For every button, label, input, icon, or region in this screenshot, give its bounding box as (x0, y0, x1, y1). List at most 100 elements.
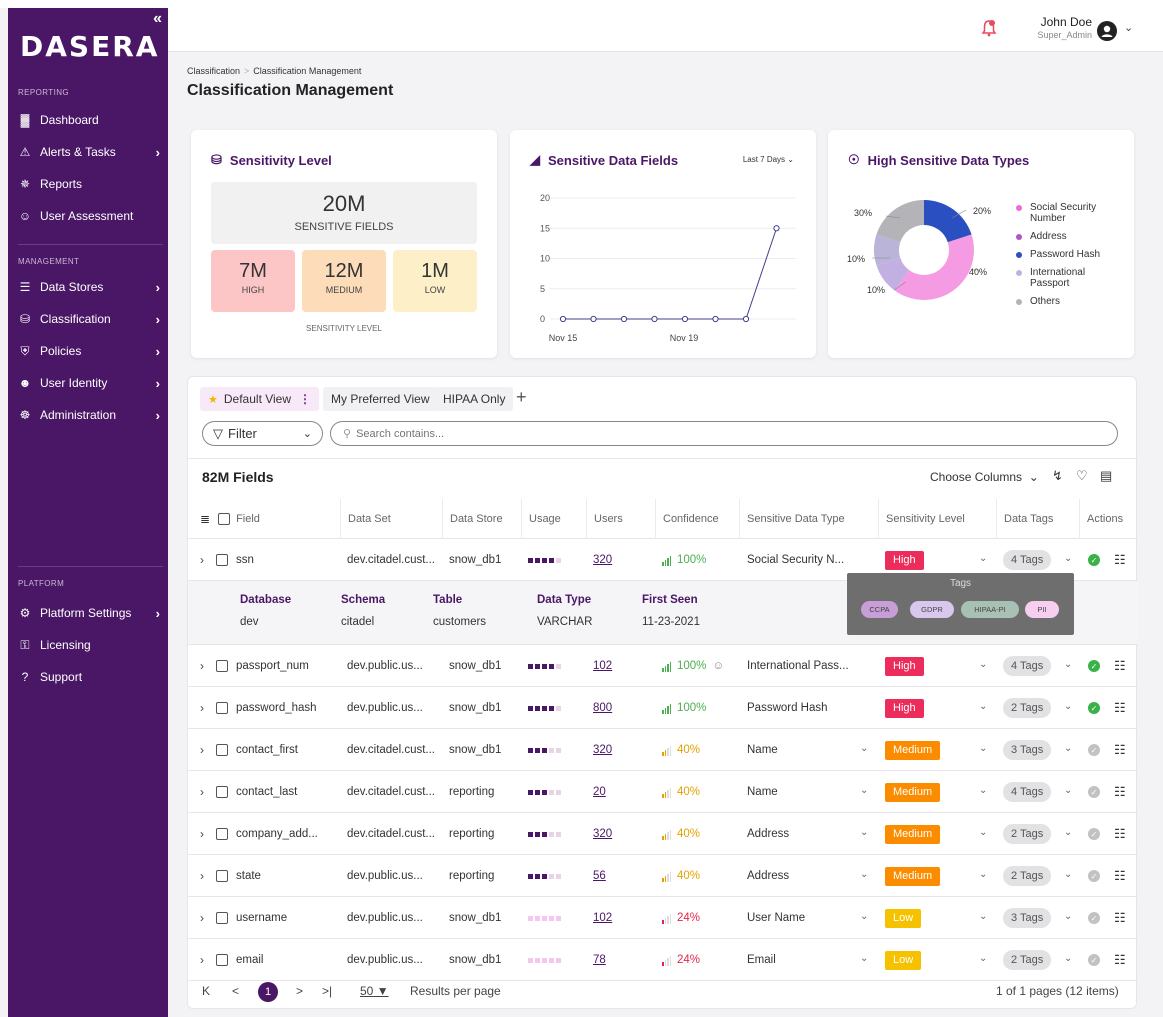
tags-chip[interactable]: 2 Tags (1003, 698, 1052, 718)
users-cell[interactable]: 800 (593, 687, 653, 729)
type-chevron-down-icon[interactable]: ⌄ (860, 785, 868, 796)
unverified-check-icon[interactable]: ✓ (1088, 870, 1100, 882)
sidebar-item-platform-settings[interactable]: ⚙ Platform Settings › (18, 602, 160, 624)
search-box[interactable]: ⚲ (330, 421, 1118, 446)
type-chevron-down-icon[interactable]: ⌄ (860, 827, 868, 838)
per-page-select[interactable]: 50 ▼ (360, 984, 389, 998)
tags-chevron-down-icon[interactable]: ⌄ (1064, 553, 1072, 564)
inspect-details-icon[interactable]: ☷ (1114, 868, 1126, 884)
users-link[interactable]: 78 (593, 954, 606, 966)
bookmark-add-icon[interactable]: ↯ (1052, 468, 1063, 484)
sidebar-item-classification[interactable]: ⛁ Classification › (18, 308, 160, 330)
avatar[interactable] (1097, 21, 1117, 41)
expand-row-icon[interactable]: › (200, 911, 204, 925)
inspect-details-icon[interactable]: ☷ (1114, 742, 1126, 758)
column-header-sensitivity-level[interactable]: Sensitivity Level (878, 499, 996, 539)
choose-columns-dropdown[interactable]: Choose Columns ⌄ (930, 470, 1039, 484)
sidebar-item-user-assessment[interactable]: ☺ User Assessment (18, 205, 160, 227)
row-checkbox[interactable] (216, 870, 228, 882)
tab-hipaa-only[interactable]: HIPAA Only (435, 387, 514, 411)
table-row[interactable]: › contact_first dev.citadel.cust... snow_db… (188, 729, 1138, 771)
tags-chip[interactable]: 2 Tags (1003, 950, 1052, 970)
sidebar-item-reports[interactable]: ✵ Reports (18, 173, 160, 195)
table-row[interactable]: › passport_num dev.public.us... snow_db1 102… (188, 645, 1138, 687)
tags-chip[interactable]: 4 Tags (1003, 782, 1052, 802)
users-link[interactable]: 320 (593, 828, 612, 840)
tag-add-icon[interactable]: ♡ (1076, 468, 1088, 484)
verified-check-icon[interactable]: ✓ (1088, 554, 1100, 566)
expand-row-icon[interactable]: › (200, 827, 204, 841)
level-chevron-down-icon[interactable]: ⌄ (979, 553, 987, 564)
sidebar-item-alerts-tasks[interactable]: ⚠ Alerts & Tasks › (18, 141, 160, 163)
expand-row-icon[interactable]: › (200, 659, 204, 673)
row-checkbox[interactable] (216, 554, 228, 566)
users-link[interactable]: 102 (593, 912, 612, 924)
inspect-details-icon[interactable]: ☷ (1114, 784, 1126, 800)
sidebar-item-support[interactable]: ? Support (18, 666, 160, 688)
breadcrumb-classification[interactable]: Classification (187, 66, 240, 76)
table-row[interactable]: › username dev.public.us... snow_db1 102 24% U… (188, 897, 1138, 939)
verified-check-icon[interactable]: ✓ (1088, 702, 1100, 714)
expand-row-icon[interactable]: › (200, 869, 204, 883)
select-all-checkbox[interactable] (218, 513, 231, 525)
current-page[interactable]: 1 (258, 982, 278, 1002)
type-chevron-down-icon[interactable]: ⌄ (860, 743, 868, 754)
users-link[interactable]: 102 (593, 660, 612, 672)
column-header-confidence[interactable]: Confidence (655, 499, 739, 539)
table-row[interactable]: › state dev.public.us... reporting 56 40% Addr… (188, 855, 1138, 897)
users-link[interactable]: 320 (593, 554, 612, 566)
more-icon[interactable]: ⋮ (299, 392, 311, 406)
tags-chip[interactable]: 3 Tags (1003, 740, 1052, 760)
unverified-check-icon[interactable]: ✓ (1088, 786, 1100, 798)
expand-row-icon[interactable]: › (200, 553, 204, 567)
users-link[interactable]: 56 (593, 870, 606, 882)
sidebar-item-dashboard[interactable]: ▓ Dashboard (18, 109, 160, 131)
level-chevron-down-icon[interactable]: ⌄ (979, 743, 987, 754)
tags-chevron-down-icon[interactable]: ⌄ (1064, 827, 1072, 838)
users-cell[interactable]: 56 (593, 855, 653, 897)
table-row[interactable]: › company_add... dev.citadel.cust... report… (188, 813, 1138, 855)
unverified-check-icon[interactable]: ✓ (1088, 912, 1100, 924)
type-chevron-down-icon[interactable]: ⌄ (860, 869, 868, 880)
tags-chip[interactable]: 4 Tags (1003, 656, 1052, 676)
row-checkbox[interactable] (216, 954, 228, 966)
next-page-button[interactable]: > (296, 984, 303, 998)
inspect-details-icon[interactable]: ☷ (1114, 658, 1126, 674)
inspect-details-icon[interactable]: ☷ (1114, 700, 1126, 716)
user-menu-chevron-icon[interactable]: ⌄ (1124, 21, 1133, 34)
tags-chevron-down-icon[interactable]: ⌄ (1064, 659, 1072, 670)
tags-chevron-down-icon[interactable]: ⌄ (1064, 869, 1072, 880)
tags-chip[interactable]: 3 Tags (1003, 908, 1052, 928)
unverified-check-icon[interactable]: ✓ (1088, 828, 1100, 840)
table-row[interactable]: › password_hash dev.public.us... snow_db1 80… (188, 687, 1138, 729)
level-chevron-down-icon[interactable]: ⌄ (979, 701, 987, 712)
sidebar-item-licensing[interactable]: ⚿ Licensing (18, 634, 160, 656)
row-checkbox[interactable] (216, 786, 228, 798)
first-page-button[interactable]: K (202, 984, 210, 998)
unverified-check-icon[interactable]: ✓ (1088, 744, 1100, 756)
tags-chevron-down-icon[interactable]: ⌄ (1064, 785, 1072, 796)
level-chevron-down-icon[interactable]: ⌄ (979, 953, 987, 964)
expand-row-icon[interactable]: › (200, 743, 204, 757)
search-input[interactable] (356, 427, 1057, 440)
type-chevron-down-icon[interactable]: ⌄ (860, 911, 868, 922)
sidebar-item-data-stores[interactable]: ☰ Data Stores › (18, 276, 160, 298)
column-header-usage[interactable]: Usage (521, 499, 586, 539)
unverified-check-icon[interactable]: ✓ (1088, 954, 1100, 966)
tags-chip[interactable]: 4 Tags (1003, 550, 1052, 570)
inspect-details-icon[interactable]: ☷ (1114, 552, 1126, 568)
users-cell[interactable]: 102 (593, 645, 653, 687)
users-cell[interactable]: 320 (593, 539, 653, 581)
add-view-button[interactable]: + (516, 387, 527, 408)
expand-row-icon[interactable]: › (200, 701, 204, 715)
level-chevron-down-icon[interactable]: ⌄ (979, 659, 987, 670)
type-chevron-down-icon[interactable]: ⌄ (860, 953, 868, 964)
expand-row-icon[interactable]: › (200, 953, 204, 967)
column-header-data-store[interactable]: Data Store (442, 499, 521, 539)
level-chevron-down-icon[interactable]: ⌄ (979, 827, 987, 838)
tags-chip[interactable]: 2 Tags (1003, 824, 1052, 844)
level-chevron-down-icon[interactable]: ⌄ (979, 911, 987, 922)
verified-check-icon[interactable]: ✓ (1088, 660, 1100, 672)
level-chevron-down-icon[interactable]: ⌄ (979, 869, 987, 880)
level-chevron-down-icon[interactable]: ⌄ (979, 785, 987, 796)
